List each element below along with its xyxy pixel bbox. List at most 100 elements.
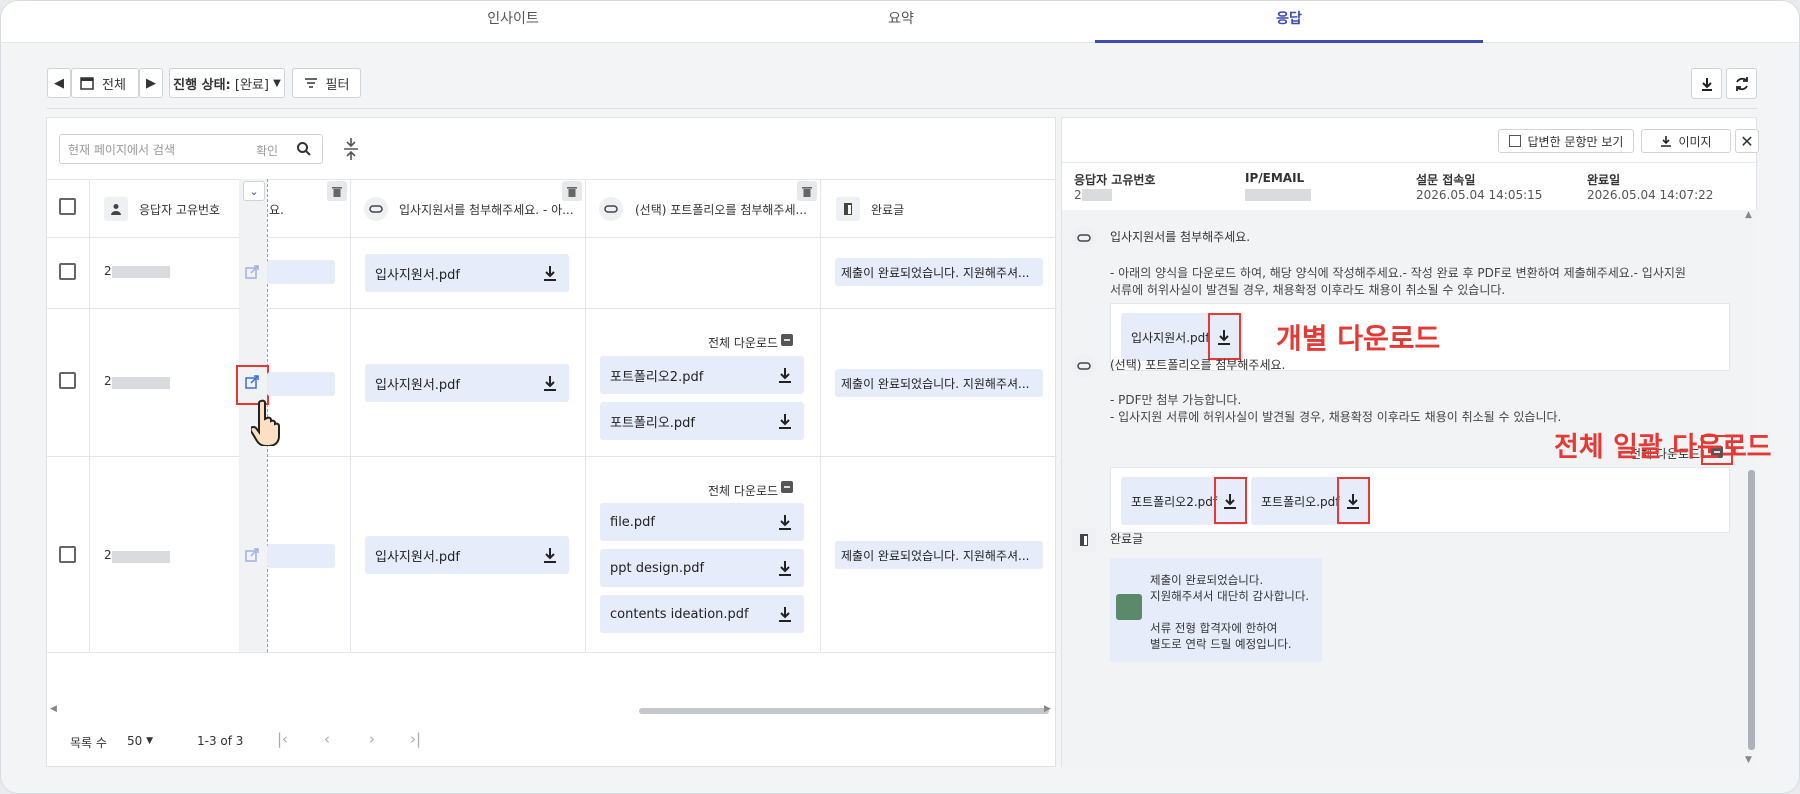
header-resume[interactable]: 입사지원서를 첨부해주세요. - 아... (399, 201, 574, 218)
person-icon (104, 197, 128, 221)
search-placeholder: 현재 페이지에서 검색 (68, 143, 175, 157)
file-name: 포트폴리오2.pdf (1131, 494, 1218, 509)
annotation-bulk: 전체 일괄 다운로드 (1554, 432, 1772, 463)
rows-per-page-select[interactable]: 50 ▼ (127, 730, 165, 752)
tab-bar: 인사이트 요약 응답 (1, 1, 1799, 43)
next-range-button[interactable]: ▶ (139, 68, 163, 98)
close-icon: ✕ (1740, 131, 1754, 151)
portfolio-file[interactable]: contents ideation.pdf (600, 595, 804, 633)
vertical-scrollbar[interactable] (1748, 470, 1755, 750)
meta-value: 2026.05.04 14:05:15 (1416, 188, 1543, 202)
tab-insight[interactable]: 인사이트 (319, 1, 707, 43)
file-list: 포트폴리오2.pdf 포트폴리오.pdf (1110, 467, 1730, 533)
highlight-box (1214, 477, 1247, 524)
completion-title: 완료글 (1110, 532, 1144, 546)
download-icon[interactable] (778, 514, 792, 530)
trash-icon (567, 186, 577, 197)
partial-cell (267, 544, 335, 568)
close-button[interactable]: ✕ (1735, 129, 1759, 153)
meta-label: 설문 접속일 (1416, 173, 1476, 187)
meta-label: 완료일 (1587, 173, 1621, 187)
download-icon[interactable] (543, 265, 557, 281)
download-all-link[interactable]: 전체 다운로드 (708, 334, 778, 351)
header-respondent-id[interactable]: 응답자 고유번호 (139, 201, 220, 218)
download-icon[interactable] (543, 375, 557, 391)
download-icon[interactable] (778, 367, 792, 383)
header-completion[interactable]: 완료글 (871, 201, 904, 218)
download-icon[interactable] (778, 560, 792, 576)
scroll-down-icon[interactable]: ▼ (1745, 755, 1752, 765)
scroll-right-icon[interactable]: ▶ (1044, 704, 1051, 714)
portfolio-file[interactable]: ppt design.pdf (600, 549, 804, 587)
prev-range-button[interactable]: ◀ (47, 68, 71, 98)
row-checkbox[interactable] (59, 263, 76, 280)
download-icon[interactable] (543, 547, 557, 563)
scroll-left-icon[interactable]: ◀ (50, 704, 57, 714)
meta-label: 응답자 고유번호 (1074, 173, 1156, 187)
resume-file[interactable]: 입사지원서.pdf (365, 364, 569, 402)
archive-icon[interactable] (780, 480, 794, 494)
answered-only-toggle[interactable]: 답변한 문항만 보기 (1498, 129, 1634, 153)
completion-line: 지원해주셔서 대단히 감사합니다. (1150, 589, 1310, 603)
download-all-link[interactable]: 전체 다운로드 (708, 482, 778, 499)
portfolio-file[interactable]: 포트폴리오.pdf (600, 402, 804, 440)
resume-file[interactable]: 입사지원서.pdf (365, 536, 569, 574)
filter-button[interactable]: 필터 (292, 68, 361, 98)
tab-summary[interactable]: 요약 (707, 1, 1095, 43)
search-icon[interactable] (296, 141, 312, 157)
prev-page-icon[interactable]: ‹ (324, 730, 330, 748)
download-icon[interactable] (778, 606, 792, 622)
responses-table-panel: 현재 페이지에서 검색 확인 응답자 고유번호 ⌄ 요. 입사지원서를 첨부해주… (46, 117, 1057, 767)
delete-column-button[interactable] (797, 181, 817, 201)
door-icon (836, 197, 860, 221)
column-menu-button[interactable]: ⌄ (243, 181, 265, 201)
file-name: 입사지원서.pdf (1131, 330, 1210, 345)
attachment-icon (1072, 354, 1096, 378)
open-detail-icon[interactable] (245, 548, 259, 562)
file-name: file.pdf (610, 514, 656, 530)
image-export-label: 이미지 (1678, 134, 1712, 149)
row-checkbox[interactable] (59, 546, 76, 563)
scroll-up-icon[interactable]: ▲ (1745, 210, 1752, 220)
completion-text: 제출이 완료되었습니다. 지원해주셔... (841, 376, 1030, 391)
attachment-icon (364, 197, 388, 221)
header-portfolio[interactable]: (선택) 포트폴리오를 첨부해주세... (635, 201, 807, 218)
question-desc: 서류에 허위사실이 발견될 경우, 채용확정 이후라도 채용이 취소될 수 있습… (1110, 283, 1506, 297)
meta-value: 2 (1074, 188, 1082, 202)
first-page-icon[interactable]: |‹ (277, 730, 288, 748)
image-export-button[interactable]: 이미지 (1641, 129, 1731, 153)
range-button[interactable]: 전체 (71, 68, 139, 98)
next-page-icon[interactable]: › (369, 730, 375, 748)
export-button[interactable] (1691, 68, 1722, 99)
search-input[interactable]: 현재 페이지에서 검색 확인 (59, 134, 323, 164)
redacted-id (112, 551, 170, 563)
completion-cell: 제출이 완료되었습니다. 지원해주셔... (835, 541, 1043, 569)
partial-cell (267, 260, 335, 284)
status-select[interactable]: 진행 상태: [완료] ▼ (169, 68, 285, 98)
tab-responses[interactable]: 응답 (1095, 1, 1483, 43)
delete-column-button[interactable] (562, 181, 582, 201)
calendar-icon (80, 77, 94, 90)
respondent-id: 2 (104, 264, 112, 278)
horizontal-scrollbar[interactable] (639, 708, 1049, 714)
respondent-id: 2 (104, 548, 112, 562)
file-name: contents ideation.pdf (610, 606, 749, 622)
archive-icon[interactable] (780, 333, 794, 347)
portfolio-file[interactable]: 포트폴리오2.pdf (600, 356, 804, 394)
search-confirm[interactable]: 확인 (256, 142, 278, 159)
last-page-icon[interactable]: ›| (410, 730, 421, 748)
select-all-checkbox[interactable] (59, 198, 76, 215)
refresh-button[interactable] (1726, 68, 1757, 99)
filter-icon (304, 78, 317, 88)
download-icon (1661, 136, 1672, 147)
delete-column-button[interactable] (327, 181, 347, 201)
question-title: 입사지원서를 첨부해주세요. (1110, 230, 1251, 244)
caret-down-icon: ▼ (146, 736, 154, 746)
portfolio-file[interactable]: file.pdf (600, 503, 804, 541)
resume-file[interactable]: 입사지원서.pdf (365, 254, 569, 292)
download-icon[interactable] (778, 413, 792, 429)
collapse-rows-icon[interactable] (341, 136, 361, 162)
open-detail-icon[interactable] (245, 265, 259, 279)
row-checkbox[interactable] (59, 372, 76, 389)
trash-icon (802, 186, 812, 197)
